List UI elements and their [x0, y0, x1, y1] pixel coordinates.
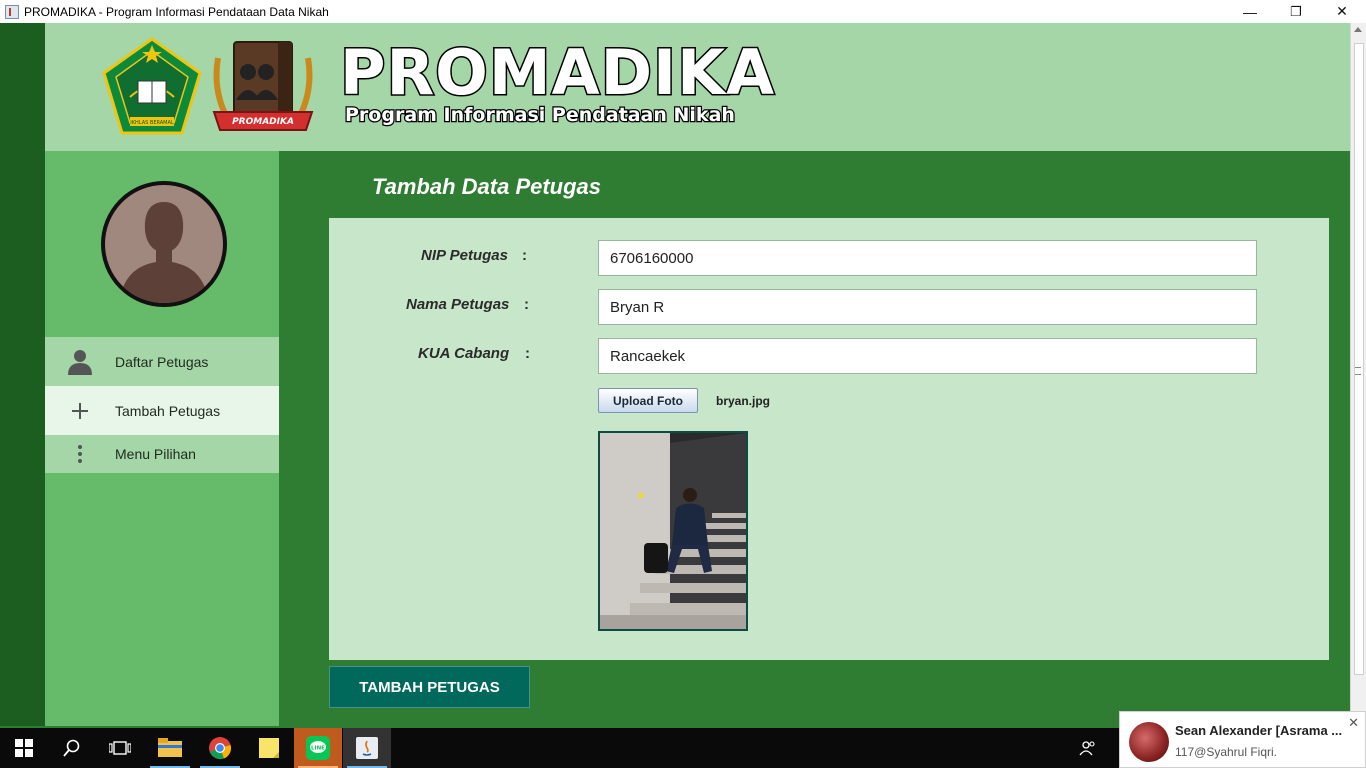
notification-avatar [1129, 722, 1169, 762]
more-vertical-icon [45, 444, 115, 464]
minimize-button[interactable]: — [1227, 0, 1273, 23]
window-title: PROMADIKA - Program Informasi Pendataan … [24, 4, 329, 19]
search-icon [63, 739, 80, 757]
svg-text:LINE: LINE [311, 746, 325, 752]
kemenag-logo: IKHLAS BERAMAL [102, 37, 202, 135]
user-icon [45, 349, 115, 375]
kua-label: KUA Cabang [418, 345, 510, 362]
task-view-icon [109, 741, 131, 755]
form-panel [329, 218, 1329, 660]
tambah-petugas-button[interactable]: TAMBAH PETUGAS [329, 666, 530, 708]
sidebar-item-label: Menu Pilihan [115, 446, 196, 462]
people-button[interactable] [1064, 728, 1112, 768]
sidebar-item-menu-pilihan[interactable]: Menu Pilihan [45, 435, 279, 473]
sidebar: Daftar Petugas Tambah Petugas Menu Pilih… [45, 151, 279, 726]
chrome-icon [209, 737, 231, 760]
kua-field[interactable] [598, 338, 1257, 374]
windows-icon [15, 739, 33, 757]
avatar [101, 181, 227, 307]
sidebar-item-daftar-petugas[interactable]: Daftar Petugas [45, 337, 279, 386]
close-icon[interactable]: ✕ [1348, 715, 1359, 731]
brand-subtitle: Program Informasi Pendataan Nikah [344, 103, 736, 128]
notification-sender: Sean Alexander [Asrama ... [1175, 723, 1343, 738]
scrollbar-grip-icon [1355, 367, 1361, 375]
search-button[interactable] [48, 728, 96, 768]
sidebar-item-label: Daftar Petugas [115, 353, 209, 370]
scroll-up-icon[interactable] [1354, 27, 1362, 32]
taskbar-line[interactable]: LINE [294, 728, 342, 768]
people-icon [1079, 741, 1095, 756]
start-button[interactable] [0, 728, 48, 768]
notification-message: 117@Syahrul Fiqri. [1175, 745, 1277, 759]
kemenag-logo-text: IKHLAS BERAMAL [130, 120, 174, 126]
nama-field[interactable] [598, 289, 1257, 325]
plus-icon [45, 402, 115, 419]
taskbar-chrome[interactable] [196, 728, 244, 768]
java-app-icon [5, 4, 19, 19]
photo-preview [598, 431, 748, 631]
promadika-logo-text: PROMADIKA [232, 117, 294, 127]
nip-label: NIP Petugas [421, 247, 508, 264]
nama-colon: : [524, 296, 529, 313]
taskbar-java-app[interactable] [343, 728, 391, 768]
kua-colon: : [525, 345, 530, 362]
java-icon [356, 737, 378, 759]
taskbar-sticky-notes[interactable] [245, 728, 293, 768]
notification-toast[interactable]: Sean Alexander [Asrama ... 117@Syahrul F… [1119, 711, 1366, 768]
sidebar-item-label: Tambah Petugas [115, 402, 221, 419]
line-app-icon: LINE [306, 736, 330, 760]
window-titlebar: PROMADIKA - Program Informasi Pendataan … [0, 0, 1366, 24]
scrollbar-thumb[interactable] [1354, 43, 1364, 675]
upload-photo-button[interactable]: Upload Foto [598, 388, 698, 413]
page-title: Tambah Data Petugas [372, 174, 602, 199]
promadika-logo: PROMADIKA [212, 41, 314, 131]
task-view-button[interactable] [96, 728, 144, 768]
taskbar-file-explorer[interactable] [146, 728, 194, 768]
file-name: bryan.jpg [716, 394, 771, 408]
nip-colon: : [522, 247, 527, 264]
vertical-scrollbar[interactable] [1350, 23, 1366, 726]
sidebar-item-tambah-petugas[interactable]: Tambah Petugas [45, 386, 279, 435]
left-border-strip [0, 23, 45, 726]
nama-label: Nama Petugas [406, 296, 510, 313]
sticky-notes-icon [259, 738, 279, 758]
nip-field[interactable] [598, 240, 1257, 276]
close-button[interactable]: ✕ [1319, 0, 1365, 23]
brand-title: PROMADIKA [338, 36, 776, 109]
folder-icon [158, 738, 182, 757]
restore-button[interactable]: ❐ [1273, 0, 1319, 23]
